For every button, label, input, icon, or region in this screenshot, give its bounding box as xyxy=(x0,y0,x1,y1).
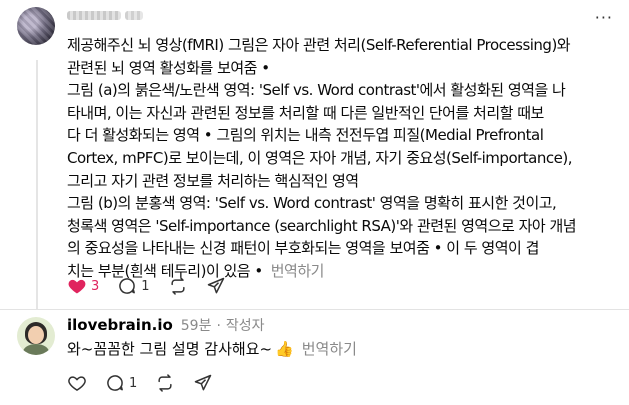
post-actions: 3 1 xyxy=(67,276,244,296)
comment-icon xyxy=(107,375,123,391)
send-icon xyxy=(195,374,212,391)
post-line: 그리고 자기 관련 정보를 처리하는 핵심적인 영역 xyxy=(67,171,359,190)
reply-body: 와~꼼꼼한 그림 설명 감사해요~ xyxy=(67,340,273,358)
translate-link[interactable]: 번역하기 xyxy=(271,262,325,280)
divider xyxy=(0,309,629,310)
blurred-username xyxy=(67,11,143,20)
heart-icon xyxy=(68,279,86,294)
reply-header: ilovebrain.io 59분 · 작성자 xyxy=(67,315,265,335)
reply-text: 와~꼼꼼한 그림 설명 감사해요~ 👍 번역하기 xyxy=(67,338,357,359)
repost-icon xyxy=(170,277,185,295)
reply-count: 1 xyxy=(129,375,138,391)
share-button[interactable] xyxy=(193,373,213,393)
like-count: 3 xyxy=(91,278,100,294)
post-line: 그림 (b)의 분홍색 영역: 'Self vs. Word contrast'… xyxy=(67,194,557,213)
like-button[interactable]: 3 xyxy=(67,276,99,296)
heart-icon xyxy=(68,376,86,391)
post-line: 다 더 활성화되는 영역 • 그림의 위치는 내측 전전두엽 피질(Medial… xyxy=(67,126,544,145)
post-line: 의 중요성을 나타내는 신경 패턴이 부호화되는 영역을 보여줌 • 이 두 영… xyxy=(67,239,539,258)
post-line: 제공해주신 뇌 영상(fMRI) 그림은 자아 관련 처리(Self-Refer… xyxy=(67,36,571,54)
post-line: Cortex, mPFC)로 보이는데, 이 영역은 자아 개념, 자기 중요성… xyxy=(67,148,572,167)
post-line: 타내며, 이는 자신과 관련된 정보를 처리할 때 다른 일반적인 단어를 처리… xyxy=(67,103,544,122)
repost-button[interactable] xyxy=(155,373,175,393)
like-button[interactable] xyxy=(67,373,87,393)
reply-actions: 1 xyxy=(67,373,231,393)
post-line: 청록색 영역은 'Self-importance (searchlight RS… xyxy=(67,216,577,235)
repost-button[interactable] xyxy=(168,276,188,296)
author-badge: 작성자 xyxy=(225,318,265,334)
username[interactable]: ilovebrain.io xyxy=(67,316,173,334)
post-line: 그림 (a)의 붉은색/노란색 영역: 'Self vs. Word contr… xyxy=(67,81,566,100)
repost-icon xyxy=(158,374,172,392)
avatar[interactable] xyxy=(17,317,55,355)
post-line: 관련된 뇌 영역 활성화를 보여줌 • xyxy=(67,58,270,77)
timestamp: 59분 xyxy=(180,318,212,334)
avatar[interactable] xyxy=(17,7,55,45)
translate-link[interactable]: 번역하기 xyxy=(302,338,357,359)
thumbs-up-icon: 👍 xyxy=(275,339,294,358)
post-text: 제공해주신 뇌 영상(fMRI) 그림은 자아 관련 처리(Self-Refer… xyxy=(67,34,619,283)
reply-count: 1 xyxy=(141,278,150,294)
share-button[interactable] xyxy=(206,276,226,296)
reply-button[interactable]: 1 xyxy=(117,276,150,296)
comment-icon xyxy=(119,278,136,294)
thread-line xyxy=(36,60,38,310)
reply-button[interactable]: 1 xyxy=(105,373,137,393)
send-icon xyxy=(207,277,224,294)
reply-meta: 59분 · 작성자 xyxy=(180,318,265,334)
more-options-icon[interactable]: ··· xyxy=(595,8,613,27)
